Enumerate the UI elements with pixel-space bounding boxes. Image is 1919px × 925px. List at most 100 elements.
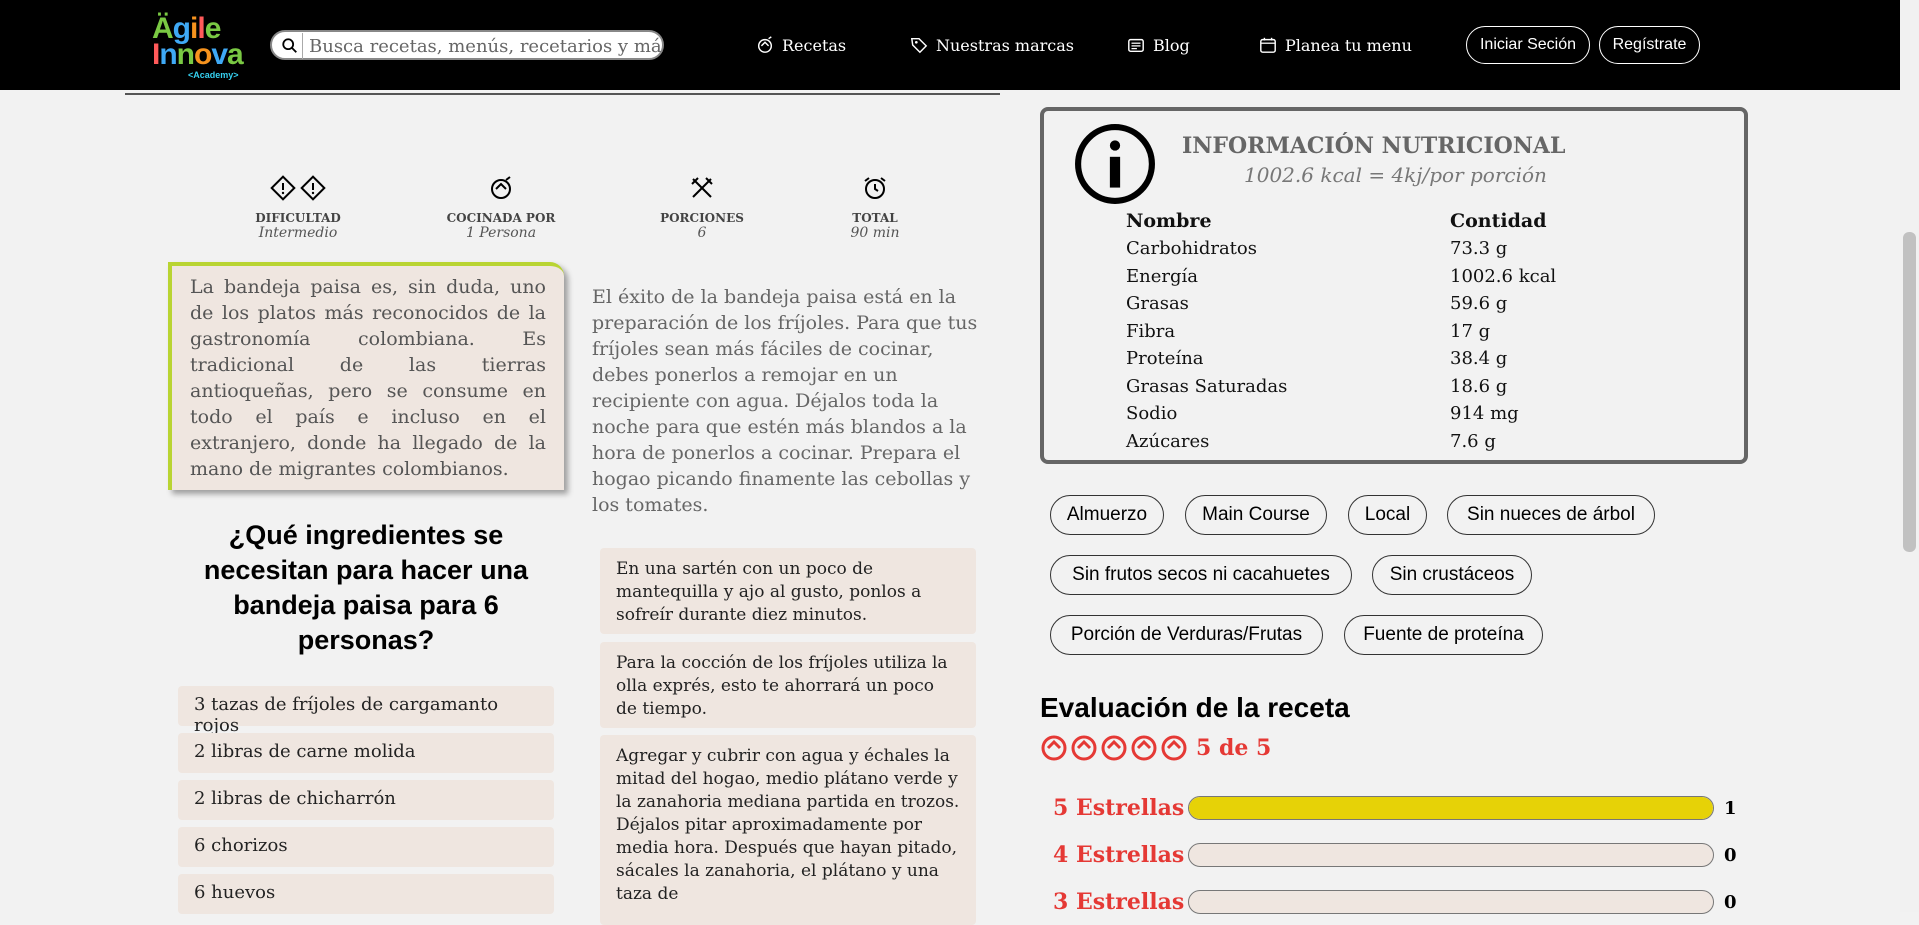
page-scrollbar-thumb[interactable]	[1903, 232, 1916, 552]
rating-row-label: 3 Estrellas	[1053, 889, 1185, 915]
nav-planea-tu-menu[interactable]: Planea tu menu	[1259, 33, 1412, 57]
tag-chip[interactable]: Main Course	[1185, 495, 1327, 535]
site-logo[interactable]: Ägile Innova <Academy>	[150, 12, 250, 82]
nutrition-subtitle: 1002.6 kcal = 4kj/por porción	[1244, 163, 1547, 187]
meta-difficulty-value: Intermedio	[258, 225, 338, 241]
nutrition-row: Azúcares 7.6 g	[1126, 428, 1686, 456]
nutrition-row: Carbohidratos 73.3 g	[1126, 235, 1686, 263]
ingredient-item: 2 libras de carne molida	[178, 733, 554, 773]
nutrient-qty: 17 g	[1450, 320, 1491, 342]
tag-chip[interactable]: Almuerzo	[1050, 495, 1164, 535]
rating-bar-fill	[1189, 797, 1713, 819]
ingredient-item: 6 huevos	[178, 874, 554, 914]
nav-planea-tu-menu-label: Planea tu menu	[1285, 35, 1412, 55]
nutrition-header-row: Nombre Contidad	[1126, 207, 1686, 235]
ingredient-item: 3 tazas de fríjoles de cargamanto rojos	[178, 686, 554, 736]
fork-knife-icon	[691, 177, 713, 198]
rating-row-count: 0	[1724, 892, 1737, 913]
nutrient-qty: 59.6 g	[1450, 293, 1508, 315]
step-item: En una sartén con un poco de mantequilla…	[600, 548, 976, 634]
tag-chip[interactable]: Sin nueces de árbol	[1447, 495, 1655, 535]
top-navbar: Ägile Innova <Academy> Recetas Nuestras …	[0, 0, 1900, 90]
nutrient-name: Sodio	[1126, 403, 1178, 425]
rating-row-count: 0	[1724, 845, 1737, 866]
rating-bar	[1188, 843, 1714, 867]
calendar-icon	[1260, 37, 1276, 53]
rating-row-count: 1	[1724, 798, 1737, 819]
meta-total-time: TOTAL 90 min	[795, 175, 955, 241]
rating-row-label: 5 Estrellas	[1053, 795, 1185, 821]
login-button[interactable]: Iniciar Seción	[1466, 26, 1590, 64]
chef-hat-icon	[757, 36, 773, 53]
nutrient-name: Azúcares	[1126, 430, 1210, 452]
search-input[interactable]	[302, 33, 665, 59]
tag-chip[interactable]: Porción de Verduras/Frutas	[1050, 615, 1323, 655]
difficulty-icon	[218, 175, 378, 205]
meta-total-time-label: TOTAL	[852, 211, 898, 225]
step-item: Para la cocción de los fríjoles utiliza …	[600, 642, 976, 728]
search-icon	[282, 38, 297, 53]
tag-chip[interactable]: Local	[1348, 495, 1427, 535]
nutrition-col-qty: Contidad	[1450, 210, 1547, 232]
meta-portions-value: 6	[697, 225, 707, 241]
meta-cooked-by: COCINADA POR 1 Persona	[421, 175, 581, 241]
logo-line-2: Innova	[152, 38, 244, 71]
nutrition-row: Sodio 914 mg	[1126, 400, 1686, 428]
intro-card: La bandeja paisa es, sin duda, uno de lo…	[168, 262, 564, 490]
rating-bar	[1188, 796, 1714, 820]
rating-bar	[1188, 890, 1714, 914]
rating-star-icon	[1131, 735, 1157, 761]
nutrition-row: Grasas 59.6 g	[1126, 290, 1686, 318]
nutrient-qty: 914 mg	[1450, 403, 1519, 425]
ingredient-item: 2 libras de chicharrón	[178, 780, 554, 820]
register-button[interactable]: Regístrate	[1599, 26, 1700, 64]
nutrient-name: Grasas	[1126, 293, 1189, 315]
meta-difficulty-label: DIFICULTAD	[255, 211, 341, 225]
ingredient-item: 6 chorizos	[178, 827, 554, 867]
search-box[interactable]	[270, 30, 665, 60]
rating-star-icon	[1041, 735, 1067, 761]
nutrient-name: Grasas Saturadas	[1126, 375, 1288, 397]
nutrition-row: Grasas Saturadas 18.6 g	[1126, 373, 1686, 401]
nutrient-name: Carbohidratos	[1126, 238, 1257, 260]
meta-portions-label: PORCIONES	[660, 211, 744, 225]
warning-diamond-icon	[270, 175, 296, 201]
alarm-clock-icon	[864, 177, 886, 199]
nutrition-row: Energía 1002.6 kcal	[1126, 263, 1686, 291]
nutrient-qty: 18.6 g	[1450, 375, 1508, 397]
nutrition-row: Proteína 38.4 g	[1126, 345, 1686, 373]
step-item: Agregar y cubrir con agua y échales la m…	[600, 735, 976, 925]
info-icon	[1075, 124, 1155, 204]
nutrition-panel: INFORMACIÓN NUTRICIONAL 1002.6 kcal = 4k…	[1040, 107, 1748, 464]
nutrient-qty: 38.4 g	[1450, 348, 1508, 370]
nav-nuestras-marcas[interactable]: Nuestras marcas	[910, 33, 1074, 57]
rating-star-icon	[1161, 735, 1187, 761]
nutrient-name: Energía	[1126, 265, 1198, 287]
tag-chip[interactable]: Fuente de proteína	[1344, 615, 1543, 655]
nav-recetas[interactable]: Recetas	[756, 33, 846, 57]
newspaper-icon	[1128, 38, 1144, 53]
nav-blog-label: Blog	[1153, 35, 1190, 55]
logo-subtitle: <Academy>	[188, 70, 239, 80]
nutrient-qty: 73.3 g	[1450, 238, 1508, 260]
intro-side-text: El éxito de la bandeja paisa está en la …	[592, 286, 978, 516]
rating-row-label: 4 Estrellas	[1053, 842, 1185, 868]
meta-total-time-value: 90 min	[850, 225, 900, 241]
meta-cooked-by-value: 1 Persona	[465, 225, 537, 241]
meta-portions: PORCIONES 6	[622, 175, 782, 241]
rating-score: 5 de 5	[1196, 735, 1272, 761]
rating-star-icon	[1071, 735, 1097, 761]
nutrition-table: Nombre Contidad Carbohidratos 73.3 g Ener…	[1126, 207, 1686, 455]
meta-difficulty: DIFICULTAD Intermedio	[218, 175, 378, 241]
tag-icon	[910, 37, 928, 54]
tag-chip[interactable]: Sin crustáceos	[1372, 555, 1532, 595]
nav-nuestras-marcas-label: Nuestras marcas	[936, 35, 1074, 55]
warning-diamond-icon	[300, 175, 326, 201]
nav-recetas-label: Recetas	[782, 35, 847, 55]
nav-blog[interactable]: Blog	[1127, 33, 1190, 57]
ingredients-title: ¿Qué ingredientes se necesitan para hace…	[203, 520, 529, 655]
rating-title: Evaluación de la receta	[1040, 692, 1350, 723]
nutrition-title: INFORMACIÓN NUTRICIONAL	[1182, 133, 1566, 159]
nutrition-row: Fibra 17 g	[1126, 318, 1686, 346]
tag-chip[interactable]: Sin frutos secos ni cacahuetes	[1050, 555, 1352, 595]
